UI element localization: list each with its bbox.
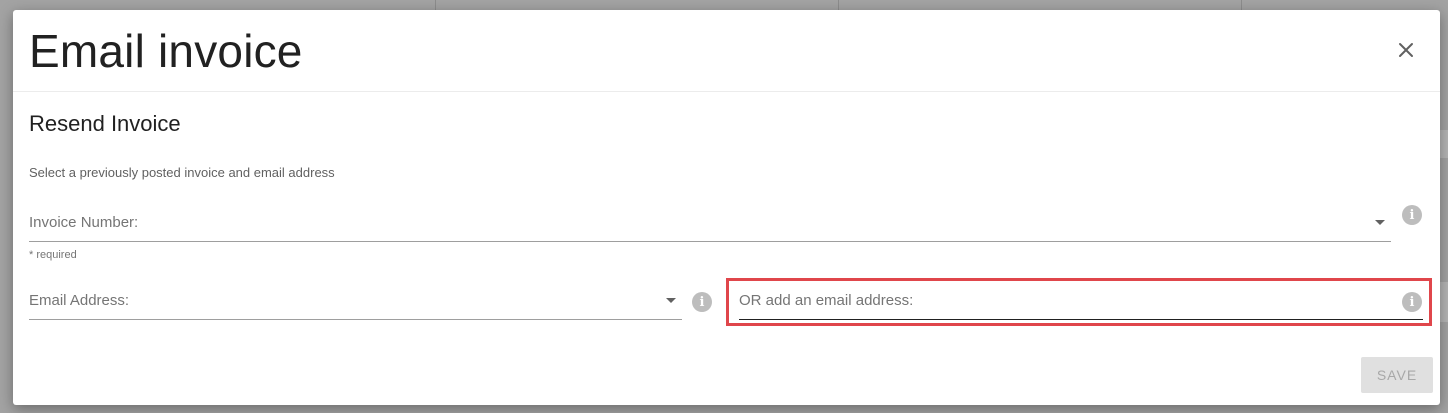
chevron-down-icon[interactable] — [666, 298, 676, 303]
close-button[interactable] — [1394, 38, 1418, 62]
email-address-select[interactable]: Email Address: — [29, 286, 682, 320]
invoice-number-label: Invoice Number: — [29, 214, 139, 231]
dialog-header: Email invoice — [13, 10, 1440, 92]
backdrop-divider — [435, 0, 436, 10]
dialog-title: Email invoice — [29, 25, 303, 77]
info-icon[interactable]: i — [692, 292, 712, 312]
close-icon — [1399, 43, 1413, 57]
invoice-number-select[interactable]: Invoice Number: — [29, 200, 1391, 242]
email-address-input[interactable]: OR add an email address: — [739, 286, 1423, 320]
email-input-placeholder: OR add an email address: — [739, 292, 914, 309]
info-icon[interactable]: i — [1402, 205, 1422, 225]
helper-text: Select a previously posted invoice and e… — [29, 165, 335, 180]
save-button[interactable]: SAVE — [1361, 357, 1433, 393]
backdrop-divider — [1241, 0, 1242, 10]
backdrop-cell — [1440, 130, 1448, 158]
backdrop-cell — [1440, 282, 1448, 322]
chevron-down-icon[interactable] — [1375, 220, 1385, 225]
email-invoice-dialog: Email invoice Resend Invoice Select a pr… — [13, 10, 1440, 405]
required-note: * required — [29, 249, 77, 261]
email-address-label: Email Address: — [29, 292, 130, 309]
backdrop-divider — [838, 0, 839, 10]
section-title: Resend Invoice — [29, 111, 181, 136]
info-icon[interactable]: i — [1402, 292, 1422, 312]
